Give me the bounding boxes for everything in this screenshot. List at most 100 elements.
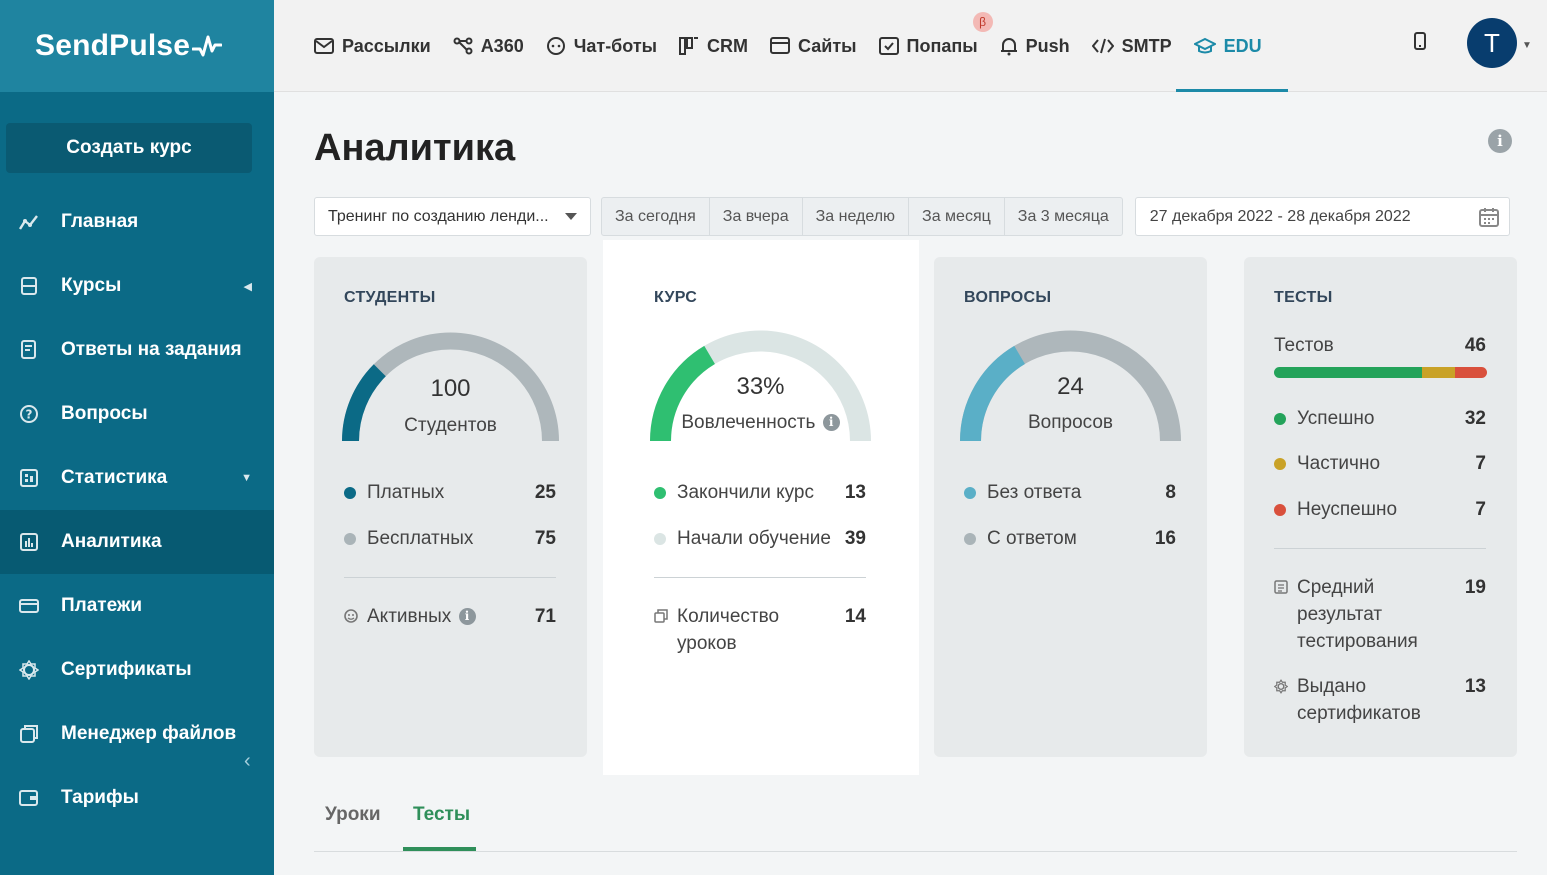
- topnav-item-a360[interactable]: A360: [453, 0, 524, 92]
- topnav-label: SMTP: [1121, 35, 1172, 56]
- topnav-item-push[interactable]: Push: [1000, 0, 1070, 92]
- topnav-label: Push: [1025, 35, 1070, 56]
- sidebar-item-certificates[interactable]: Сертификаты: [0, 638, 274, 702]
- sidebar-item-label: Менеджер файлов: [61, 723, 237, 744]
- topnav-item-chatbots[interactable]: Чат-боты: [546, 0, 657, 92]
- period-3-months-button[interactable]: За 3 месяца: [1005, 198, 1122, 235]
- stat-row-certificates: Выдано сертификатов 13: [1274, 676, 1486, 727]
- divider: [654, 577, 866, 578]
- period-month-button[interactable]: За месяц: [909, 198, 1005, 235]
- topnav-label: EDU: [1223, 35, 1262, 56]
- students-card: СТУДЕНТЫ 100 Студентов Платных 25 Беспла…: [314, 257, 587, 757]
- lessons-icon: [654, 609, 668, 623]
- chart-line-icon: [18, 211, 40, 233]
- sidebar-item-home[interactable]: Главная: [0, 190, 274, 254]
- topnav-item-crm[interactable]: CRM: [679, 0, 748, 92]
- stat-label: Количество уроков: [677, 606, 780, 654]
- certificate-icon: [18, 659, 40, 681]
- course-card: КУРС 33% Вовлеченность i Закончили курс …: [624, 257, 897, 757]
- tests-progress-bar: [1274, 367, 1487, 378]
- course-select[interactable]: Тренинг по созданию ленди...: [314, 197, 591, 236]
- stat-row-partial: Частично 7: [1274, 453, 1486, 477]
- topnav-item-popups[interactable]: Попапы β: [878, 0, 993, 92]
- sidebar-nav: Главная Курсы ◀ Ответы на задания ? Вопр…: [0, 190, 274, 830]
- bell-icon: [1000, 36, 1018, 56]
- legend-dot: [344, 533, 356, 545]
- active-tab-indicator: [403, 847, 476, 851]
- info-icon[interactable]: i: [1488, 129, 1512, 153]
- sidebar-item-tariffs[interactable]: Тарифы: [0, 766, 274, 830]
- chevron-down-icon[interactable]: ▼: [1522, 40, 1532, 51]
- sidebar-item-label: Тарифы: [61, 787, 139, 808]
- sidebar-item-payments[interactable]: Платежи: [0, 574, 274, 638]
- topnav-item-smtp[interactable]: SMTP: [1091, 0, 1172, 92]
- sidebar-item-analytics[interactable]: Аналитика: [0, 510, 274, 574]
- info-icon[interactable]: i: [458, 608, 476, 625]
- graduation-cap-icon: [1193, 37, 1216, 55]
- stat-label: Успешно: [1297, 408, 1375, 429]
- logo[interactable]: SendPulse: [0, 0, 274, 92]
- crm-icon: [679, 36, 699, 56]
- legend-dot: [344, 487, 356, 499]
- mail-icon: [314, 38, 334, 54]
- period-week-button[interactable]: За неделю: [803, 198, 910, 235]
- files-icon: [18, 723, 40, 745]
- top-bar: Рассылки A360 Чат-боты CRM Сайты Попапы …: [274, 0, 1547, 92]
- card-title: КУРС: [654, 289, 698, 306]
- stat-label: Частично: [1297, 453, 1381, 474]
- stat-row-lessons: Количество уроков 14: [654, 606, 866, 657]
- calendar-icon[interactable]: [1478, 207, 1499, 232]
- period-yesterday-button[interactable]: За вчера: [710, 198, 803, 235]
- sidebar-item-questions[interactable]: ? Вопросы: [0, 382, 274, 446]
- mobile-icon[interactable]: [1414, 32, 1426, 55]
- date-range-input[interactable]: 27 декабря 2022 - 28 декабря 2022: [1134, 197, 1510, 236]
- sidebar-item-label: Платежи: [61, 595, 143, 616]
- stat-row-success: Успешно 32: [1274, 408, 1486, 432]
- sidebar-item-answers[interactable]: Ответы на задания: [0, 318, 274, 382]
- courses-icon: [18, 275, 40, 297]
- date-range-value: 27 декабря 2022 - 28 декабря 2022: [1149, 207, 1411, 225]
- sidebar-item-statistics[interactable]: Статистика ▼: [0, 446, 274, 510]
- collapse-sidebar-icon[interactable]: ‹: [244, 750, 251, 773]
- beta-badge: β: [972, 12, 993, 32]
- logo-text: SendPulse: [35, 29, 191, 62]
- page-title: Аналитика: [314, 127, 516, 169]
- stat-value: 25: [534, 482, 556, 503]
- topnav-item-edu[interactable]: EDU: [1175, 0, 1288, 92]
- topnav-item-sites[interactable]: Сайты: [770, 0, 857, 92]
- topnav-item-campaigns[interactable]: Рассылки: [314, 0, 431, 92]
- sidebar-item-label: Сертификаты: [61, 659, 192, 680]
- info-icon[interactable]: i: [822, 413, 840, 431]
- tab-lessons[interactable]: Уроки: [325, 804, 381, 826]
- stat-row-active: Активных i 71: [344, 606, 556, 630]
- topnav-label: A360: [480, 35, 524, 56]
- create-course-button[interactable]: Создать курс: [6, 123, 252, 173]
- legend-dot: [964, 533, 976, 545]
- assignment-icon: [18, 339, 40, 361]
- tab-tests[interactable]: Тесты: [413, 804, 470, 826]
- topnav-label: CRM: [707, 35, 749, 56]
- stat-label: С ответом: [987, 528, 1077, 549]
- main-content: Аналитика i Тренинг по созданию ленди...…: [274, 92, 1547, 875]
- legend-dot: [1274, 458, 1286, 470]
- divider: [1274, 548, 1486, 549]
- stat-label: Начали обучение: [677, 528, 831, 549]
- certificate-icon: [1274, 679, 1288, 694]
- sidebar-item-courses[interactable]: Курсы ◀: [0, 254, 274, 318]
- avatar[interactable]: T: [1467, 18, 1517, 68]
- stat-row-tests-total: Тестов 46: [1274, 335, 1486, 359]
- stat-row-answered: С ответом 16: [964, 528, 1176, 552]
- card-title: ВОПРОСЫ: [964, 289, 1052, 306]
- stat-label: Неуспешно: [1297, 499, 1398, 520]
- period-buttons: За сегодня За вчера За неделю За месяц З…: [601, 197, 1123, 236]
- sidebar-item-file-manager[interactable]: Менеджер файлов: [0, 702, 274, 766]
- sidebar-item-label: Ответы на задания: [61, 339, 242, 360]
- popup-icon: [878, 37, 899, 55]
- wallet-icon: [18, 787, 40, 809]
- stat-value: 19: [1464, 577, 1486, 598]
- gauge-label: Студентов: [404, 415, 497, 436]
- period-today-button[interactable]: За сегодня: [602, 198, 710, 235]
- legend-dot: [964, 487, 976, 499]
- questions-card: ВОПРОСЫ 24 Вопросов Без ответа 8 С ответ…: [934, 257, 1207, 757]
- stat-label: Закончили курс: [677, 482, 814, 503]
